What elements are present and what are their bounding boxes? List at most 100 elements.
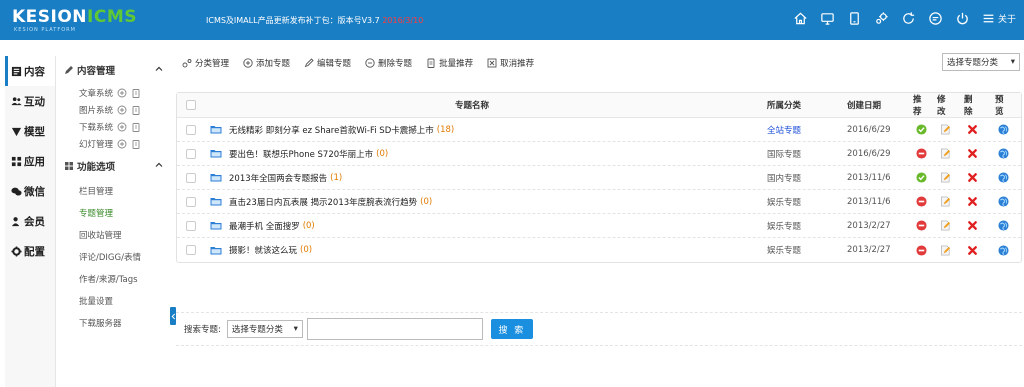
category-manage-button[interactable]: 分类管理 xyxy=(182,57,229,69)
submenu-item-article[interactable]: 文章系统 xyxy=(58,84,170,101)
preview-icon[interactable] xyxy=(997,244,1009,256)
edit-icon[interactable] xyxy=(940,172,951,183)
recommend-no-icon[interactable] xyxy=(915,148,927,159)
search-category-select[interactable]: 选择专题分类 ▾ xyxy=(226,320,303,338)
submenu-item-authors[interactable]: 作者/来源/Tags xyxy=(58,268,170,290)
topic-name-cell[interactable]: 直击23届日内瓦表展 揭示2013年度腕表流行趋势 (0) xyxy=(210,196,432,208)
sidebar-item-config[interactable]: 配置 xyxy=(5,236,55,266)
delete-icon[interactable] xyxy=(967,124,978,135)
edit-icon[interactable] xyxy=(940,124,951,135)
preview-cell[interactable] xyxy=(995,196,1011,207)
topic-name-cell[interactable]: 要出色！联想乐Phone S720华丽上市 (0) xyxy=(210,148,388,160)
refresh-icon[interactable] xyxy=(901,10,917,26)
submenu-item-batch[interactable]: 批量设置 xyxy=(58,290,170,312)
clipboard-icon[interactable] xyxy=(131,139,141,149)
recommend-cell[interactable] xyxy=(913,148,929,159)
add-icon[interactable] xyxy=(117,139,127,149)
recommend-cell[interactable] xyxy=(913,196,929,207)
preview-cell[interactable] xyxy=(995,172,1011,183)
preview-cell[interactable] xyxy=(995,220,1011,231)
preview-icon[interactable] xyxy=(997,172,1009,183)
message-icon[interactable] xyxy=(928,10,944,26)
topic-name-cell[interactable]: 摄影！就该这么玩 (0) xyxy=(210,244,312,256)
row-checkbox[interactable] xyxy=(186,172,196,183)
recommend-yes-icon[interactable] xyxy=(915,124,927,135)
submenu-item-download-server[interactable]: 下载服务器 xyxy=(58,312,170,334)
submenu-item-image[interactable]: 图片系统 xyxy=(58,101,170,118)
delete-icon[interactable] xyxy=(967,148,978,159)
topic-name[interactable]: 摄影！就该这么玩 xyxy=(229,244,297,256)
clipboard-icon[interactable] xyxy=(131,88,141,98)
content-manage-heading[interactable]: 内容管理 xyxy=(58,56,170,84)
delete-cell[interactable] xyxy=(964,148,980,159)
add-topic-button[interactable]: 添加专题 xyxy=(243,57,290,69)
delete-icon[interactable] xyxy=(967,196,978,207)
topic-name[interactable]: 最潮手机 全面搜罗 xyxy=(229,220,300,232)
sidebar-item-interact[interactable]: 互动 xyxy=(5,86,55,116)
submenu-item-download[interactable]: 下载系统 xyxy=(58,118,170,135)
preview-icon[interactable] xyxy=(997,148,1009,159)
edit-cell[interactable] xyxy=(937,220,953,231)
recommend-no-icon[interactable] xyxy=(915,244,927,256)
row-checkbox[interactable] xyxy=(186,148,196,159)
preview-cell[interactable] xyxy=(995,244,1011,256)
recommend-cell[interactable] xyxy=(913,220,929,231)
delete-cell[interactable] xyxy=(964,196,980,207)
monitor-icon[interactable] xyxy=(820,10,836,26)
delete-icon[interactable] xyxy=(967,172,978,183)
topic-name-cell[interactable]: 无线精彩 即刻分享 ez Share首款Wi-Fi SD卡震撼上市 (18) xyxy=(210,124,454,136)
edit-icon[interactable] xyxy=(940,148,951,159)
delete-cell[interactable] xyxy=(964,220,980,231)
update-notice[interactable]: ICMS及IMALL产品更新发布补丁包：版本号V3.7 2016/3/10 xyxy=(206,15,423,26)
add-icon[interactable] xyxy=(117,88,127,98)
preview-cell[interactable] xyxy=(995,148,1011,159)
select-all-checkbox[interactable] xyxy=(186,100,196,110)
delete-cell[interactable] xyxy=(964,172,980,183)
function-options-heading[interactable]: 功能选项 xyxy=(58,152,170,180)
submenu-item-recycle[interactable]: 回收站管理 xyxy=(58,224,170,246)
about-button[interactable]: 关于 xyxy=(982,12,1016,25)
topic-name[interactable]: 无线精彩 即刻分享 ez Share首款Wi-Fi SD卡震撼上市 xyxy=(229,124,434,136)
edit-cell[interactable] xyxy=(937,124,953,135)
row-checkbox[interactable] xyxy=(186,220,196,231)
power-icon[interactable] xyxy=(955,10,971,26)
preview-icon[interactable] xyxy=(997,196,1009,207)
topic-name-cell[interactable]: 最潮手机 全面搜罗 (0) xyxy=(210,220,315,232)
logo[interactable]: KESIONICMS xyxy=(12,7,137,27)
edit-cell[interactable] xyxy=(937,196,953,207)
recommend-cell[interactable] xyxy=(913,124,929,135)
edit-icon[interactable] xyxy=(940,220,951,231)
row-checkbox[interactable] xyxy=(186,196,196,207)
edit-icon[interactable] xyxy=(940,245,951,256)
preview-cell[interactable] xyxy=(995,124,1011,135)
cancel-recommend-button[interactable]: 取消推荐 xyxy=(487,57,534,69)
sidebar-item-content[interactable]: 内容 xyxy=(5,56,55,86)
row-checkbox[interactable] xyxy=(186,124,196,135)
clipboard-icon[interactable] xyxy=(131,122,141,132)
sidebar-item-model[interactable]: 模型 xyxy=(5,116,55,146)
batch-recommend-button[interactable]: 批量推荐 xyxy=(426,57,473,69)
sidebar-item-apps[interactable]: 应用 xyxy=(5,146,55,176)
edit-icon[interactable] xyxy=(940,196,951,207)
sidebar-item-wechat[interactable]: 微信 xyxy=(5,176,55,206)
delete-icon[interactable] xyxy=(967,220,978,231)
row-checkbox[interactable] xyxy=(186,245,196,255)
recommend-no-icon[interactable] xyxy=(915,220,927,231)
topic-name[interactable]: 2013年全国两会专题报告 xyxy=(229,172,327,184)
clipboard-icon[interactable] xyxy=(131,105,141,115)
sidebar-item-member[interactable]: 会员 xyxy=(5,206,55,236)
delete-icon[interactable] xyxy=(967,245,978,256)
edit-cell[interactable] xyxy=(937,245,953,256)
edit-cell[interactable] xyxy=(937,148,953,159)
submenu-item-topics[interactable]: 专题管理 xyxy=(58,202,170,224)
topic-category[interactable]: 全站专题 xyxy=(767,124,801,136)
search-button[interactable]: 搜 索 xyxy=(490,319,533,339)
preview-icon[interactable] xyxy=(997,220,1009,231)
delete-cell[interactable] xyxy=(964,124,980,135)
recommend-no-icon[interactable] xyxy=(915,196,927,207)
add-icon[interactable] xyxy=(117,122,127,132)
add-icon[interactable] xyxy=(117,105,127,115)
topic-name[interactable]: 要出色！联想乐Phone S720华丽上市 xyxy=(229,148,373,160)
delete-topic-button[interactable]: 删除专题 xyxy=(365,57,412,69)
submenu-item-comments[interactable]: 评论/DIGG/表情 xyxy=(58,246,170,268)
